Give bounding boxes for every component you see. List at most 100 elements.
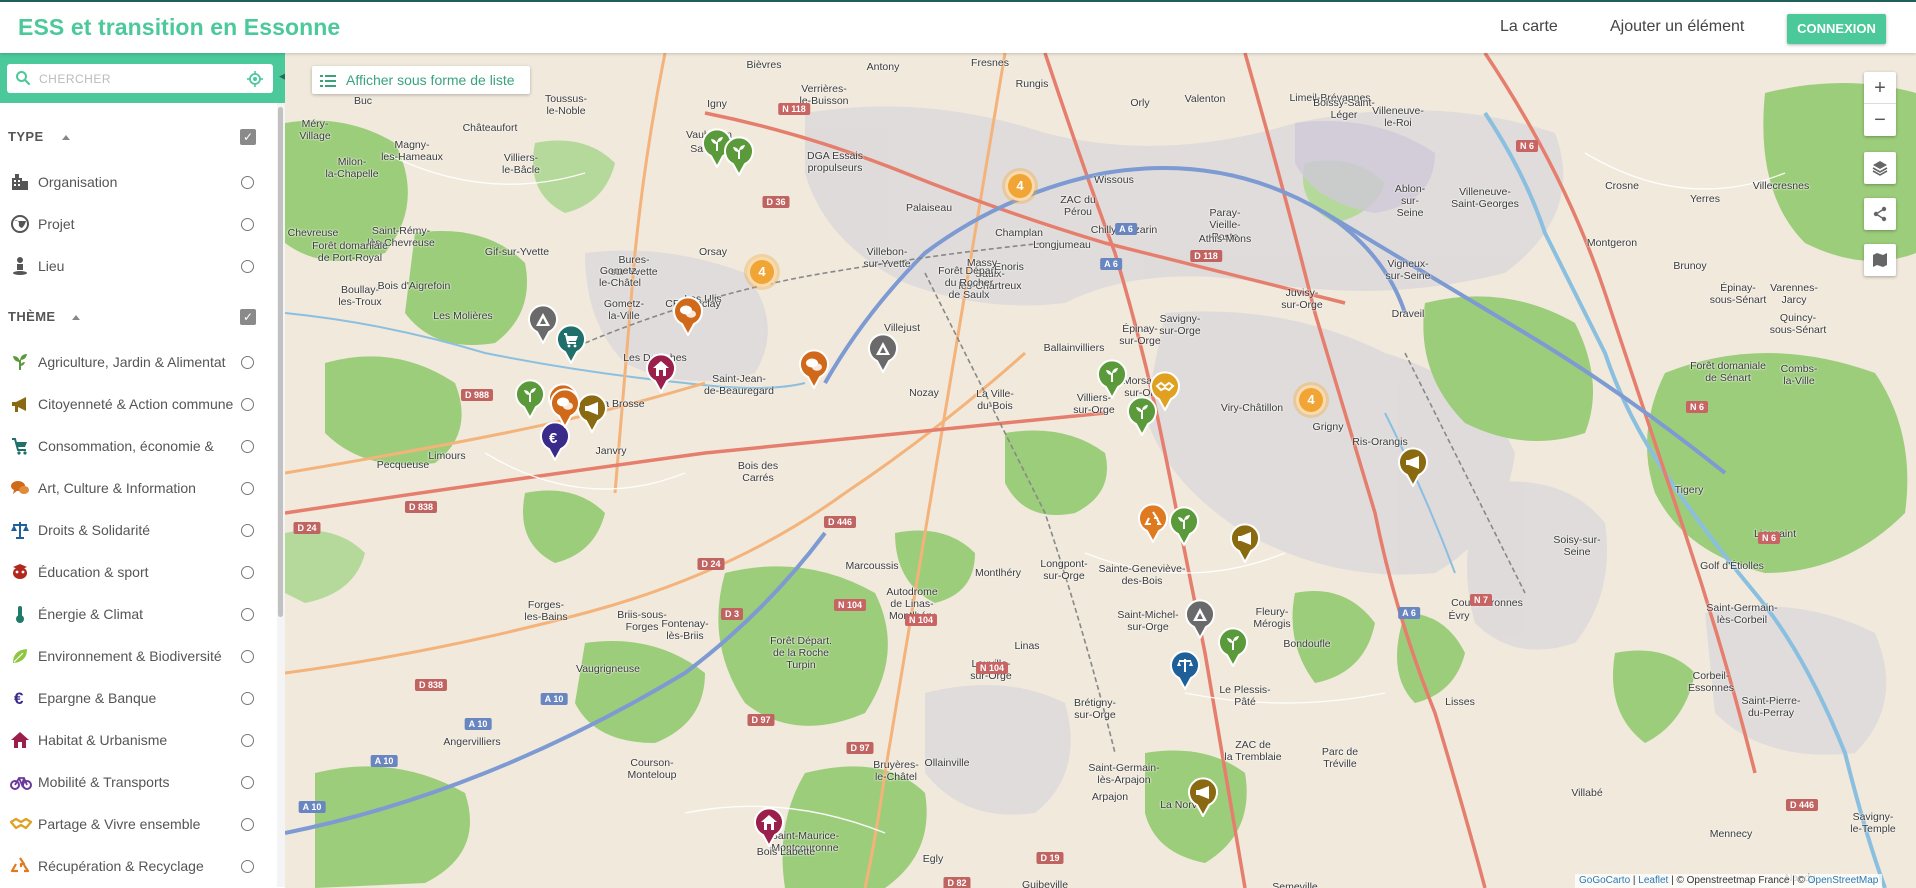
map-marker-generic[interactable] <box>1184 599 1216 641</box>
filter-projet[interactable]: Projet <box>0 203 278 245</box>
filter-radio[interactable] <box>241 482 254 495</box>
filter-mobilite[interactable]: Mobilité & Transports <box>0 761 278 803</box>
map-marker-citoyennete[interactable] <box>1187 777 1219 819</box>
marker-cluster[interactable]: 4 <box>1005 171 1035 201</box>
map-marker-recyclage[interactable] <box>1137 503 1169 545</box>
map-marker-art-culture[interactable] <box>798 349 830 391</box>
filter-radio[interactable] <box>241 692 254 705</box>
map-marker-agriculture[interactable] <box>723 136 755 178</box>
megaphone-icon <box>1230 523 1260 565</box>
attribution-gogocarto-link[interactable]: GoGoCarto <box>1579 875 1630 886</box>
filter-radio[interactable] <box>241 608 254 621</box>
map-place-label: Draveil <box>1391 308 1425 320</box>
map-place-label: Angervilliers <box>443 736 501 748</box>
map-marker-agriculture[interactable] <box>514 379 546 421</box>
filter-radio[interactable] <box>241 734 254 747</box>
triangle-icon <box>868 333 898 375</box>
filter-radio[interactable] <box>241 650 254 663</box>
zoom-out-button[interactable]: − <box>1864 104 1896 136</box>
geolocate-icon[interactable] <box>247 71 263 92</box>
map-marker-habitat[interactable] <box>645 353 677 395</box>
nav-link-map[interactable]: La carte <box>1500 18 1558 36</box>
globe-icon <box>10 214 30 234</box>
map-place-label: Buc <box>353 95 373 107</box>
app-title[interactable]: ESS et transition en Essonne <box>18 14 340 41</box>
layers-icon <box>1872 160 1888 180</box>
filter-radio[interactable] <box>241 566 254 579</box>
sidebar-scrollbar[interactable] <box>277 103 285 887</box>
map-marker-art-culture[interactable] <box>672 296 704 338</box>
filter-environnement[interactable]: Environnement & Biodiversité <box>0 635 278 677</box>
section-theme-checkbox[interactable]: ✓ <box>240 309 256 325</box>
nav-link-add-element[interactable]: Ajouter un élément <box>1610 18 1744 36</box>
triangle-icon <box>1185 599 1215 641</box>
filter-radio[interactable] <box>241 398 254 411</box>
map-marker-agriculture[interactable] <box>1096 359 1128 401</box>
map-marker-art-culture[interactable] <box>549 388 581 430</box>
map-marker-habitat[interactable] <box>753 807 785 849</box>
caret-up-icon[interactable] <box>72 315 80 320</box>
zoom-in-button[interactable]: + <box>1864 72 1896 104</box>
road-shield-label: D 446 <box>823 516 857 528</box>
filter-partage[interactable]: Partage & Vivre ensemble <box>0 803 278 845</box>
filter-organisation[interactable]: Organisation <box>0 161 278 203</box>
person-icon <box>10 256 30 276</box>
map-marker-citoyennete[interactable] <box>1229 523 1261 565</box>
filter-radio[interactable] <box>241 818 254 831</box>
section-theme[interactable]: THÈME ✓ <box>0 297 278 337</box>
sprout-icon <box>515 379 545 421</box>
marker-cluster[interactable]: 4 <box>1296 385 1326 415</box>
map-canvas[interactable]: Bièvres Antony Fresnes Rungis Orly Valenton Li… <box>285 53 1916 888</box>
road-shield-label: N 104 <box>904 614 938 626</box>
layers-button[interactable] <box>1864 152 1896 184</box>
map-place-label: Longpont- sur-Orge <box>1040 558 1088 582</box>
sidebar-scrollbar-thumb[interactable] <box>278 107 283 617</box>
map-marker-consommation[interactable] <box>555 324 587 366</box>
filter-recyclage[interactable]: Récupération & Recyclage <box>0 845 278 887</box>
filter-citoyennete[interactable]: Citoyenneté & Action commune <box>0 383 278 425</box>
attribution-leaflet-link[interactable]: Leaflet <box>1638 875 1668 886</box>
filter-habitat[interactable]: Habitat & Urbanisme <box>0 719 278 761</box>
map-place-label: Méry- Village <box>299 118 331 142</box>
marker-cluster[interactable]: 4 <box>747 257 777 287</box>
filter-radio[interactable] <box>241 218 254 231</box>
list-view-toggle[interactable]: Afficher sous forme de liste <box>312 66 530 94</box>
map-marker-partage[interactable] <box>1149 371 1181 413</box>
section-type-checkbox[interactable]: ✓ <box>240 129 256 145</box>
filter-lieu[interactable]: Lieu <box>0 245 278 287</box>
filter-radio[interactable] <box>241 524 254 537</box>
map-place-label: Briis-sous- Forges <box>617 609 667 633</box>
map-marker-droits[interactable] <box>1169 650 1201 692</box>
filter-label: Droits & Solidarité <box>38 522 151 538</box>
education-icon <box>10 562 30 582</box>
login-button[interactable]: CONNEXION <box>1787 14 1886 44</box>
search-input[interactable] <box>39 69 239 89</box>
map-marker-agriculture[interactable] <box>1217 627 1249 669</box>
share-button[interactable] <box>1864 198 1896 230</box>
map-place-label: Semeville <box>1272 881 1318 888</box>
filter-art-culture[interactable]: Art, Culture & Information <box>0 467 278 509</box>
filter-radio[interactable] <box>241 860 254 873</box>
filter-epargne[interactable]: € Epargne & Banque <box>0 677 278 719</box>
map-marker-citoyennete[interactable] <box>1397 447 1429 489</box>
filter-education[interactable]: Éducation & sport <box>0 551 278 593</box>
attribution-osm-link[interactable]: OpenStreetMap <box>1808 875 1879 886</box>
caret-up-icon[interactable] <box>62 135 70 140</box>
filter-agriculture[interactable]: Agriculture, Jardin & Alimentat <box>0 341 278 383</box>
road-shield-label: N 6 <box>1515 140 1539 152</box>
map-marker-generic[interactable] <box>867 333 899 375</box>
map-place-label: Magny- les-Hameaux <box>381 139 443 163</box>
map-place-label: Arpajon <box>1091 791 1129 803</box>
filter-radio[interactable] <box>241 356 254 369</box>
filter-radio[interactable] <box>241 260 254 273</box>
filter-radio[interactable] <box>241 776 254 789</box>
filter-radio[interactable] <box>241 440 254 453</box>
map-place-label: Valenton <box>1184 93 1226 105</box>
filter-radio[interactable] <box>241 176 254 189</box>
section-type[interactable]: TYPE ✓ <box>0 117 278 157</box>
filter-energie[interactable]: Énergie & Climat <box>0 593 278 635</box>
filter-droits[interactable]: Droits & Solidarité <box>0 509 278 551</box>
map-marker-agriculture[interactable] <box>1168 506 1200 548</box>
filter-consommation[interactable]: Consommation, économie & <box>0 425 278 467</box>
map-view-button[interactable] <box>1864 244 1896 276</box>
